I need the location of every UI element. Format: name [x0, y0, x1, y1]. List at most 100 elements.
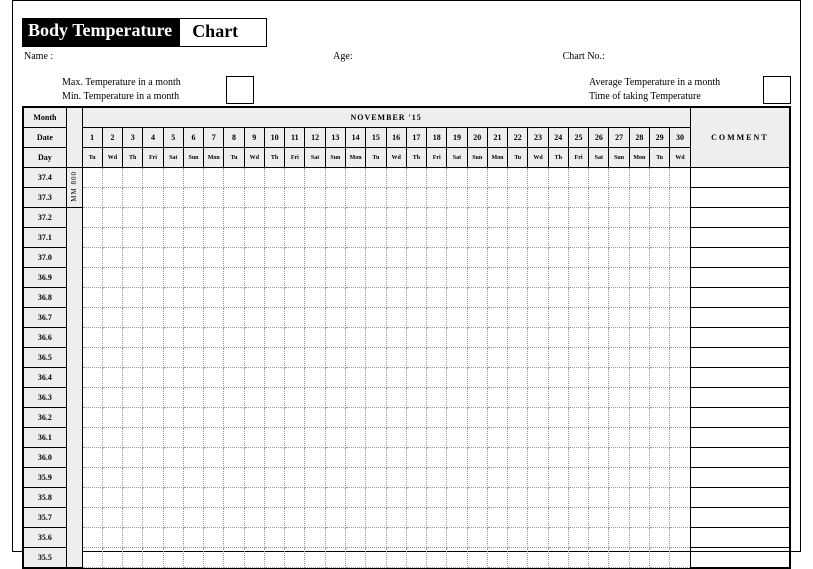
hdr-day-10: Th [264, 148, 284, 168]
cell [487, 328, 507, 348]
cell [629, 368, 649, 388]
cell [264, 488, 284, 508]
cell [325, 268, 345, 288]
cell [629, 548, 649, 568]
hdr-day-29: Tu [649, 148, 669, 168]
cell [670, 448, 690, 468]
cell [346, 488, 366, 508]
cell [670, 388, 690, 408]
cell [204, 208, 224, 228]
cell [649, 368, 669, 388]
max-min-value-box [226, 76, 254, 104]
cell [528, 368, 548, 388]
cell [346, 348, 366, 368]
cell [123, 248, 143, 268]
cell [204, 188, 224, 208]
cell [649, 248, 669, 268]
cell [204, 448, 224, 468]
cell [670, 168, 690, 188]
cell [589, 488, 609, 508]
cell [305, 168, 325, 188]
cell [508, 508, 528, 528]
cell [102, 488, 122, 508]
cell [244, 168, 264, 188]
cell [508, 488, 528, 508]
cell [123, 508, 143, 528]
cell [264, 408, 284, 428]
cell [609, 168, 629, 188]
hdr-date-20: 20 [467, 128, 487, 148]
cell [487, 528, 507, 548]
cell [649, 208, 669, 228]
cell [102, 328, 122, 348]
cell [386, 508, 406, 528]
cell [183, 428, 203, 448]
hdr-comment: COMMENT [690, 108, 789, 168]
cell [264, 188, 284, 208]
hdr-date-27: 27 [609, 128, 629, 148]
cell [447, 508, 467, 528]
cell [183, 408, 203, 428]
cell [183, 288, 203, 308]
cell [467, 388, 487, 408]
cell [386, 348, 406, 368]
cell [427, 368, 447, 388]
cell [508, 168, 528, 188]
cell [102, 208, 122, 228]
cell [649, 308, 669, 328]
cell [508, 408, 528, 428]
cell [568, 308, 588, 328]
cell [487, 188, 507, 208]
cell [609, 508, 629, 528]
hdr-date-6: 6 [183, 128, 203, 148]
cell [447, 228, 467, 248]
hdr-day-4: Fri [143, 148, 163, 168]
cell [143, 448, 163, 468]
cell [183, 508, 203, 528]
cell [346, 168, 366, 188]
cell [487, 268, 507, 288]
cell [143, 408, 163, 428]
cell [427, 208, 447, 228]
avg-temp-label: Average Temperature in a month [589, 76, 759, 90]
cell [589, 348, 609, 368]
cell [285, 228, 305, 248]
cell [508, 308, 528, 328]
cell [244, 328, 264, 348]
cell [528, 468, 548, 488]
cell [447, 208, 467, 228]
cell [366, 528, 386, 548]
cell [427, 328, 447, 348]
cell [406, 528, 426, 548]
temp-label-36.1: 36.1 [24, 428, 67, 448]
cell [305, 308, 325, 328]
cell [589, 168, 609, 188]
comment-cell [690, 528, 789, 548]
cell [346, 388, 366, 408]
hdr-day-16: Wd [386, 148, 406, 168]
cell [427, 508, 447, 528]
hdr-day-27: Sun [609, 148, 629, 168]
cell [366, 448, 386, 468]
comment-cell [690, 368, 789, 388]
cell [123, 488, 143, 508]
cell [427, 428, 447, 448]
cell [143, 188, 163, 208]
cell [629, 528, 649, 548]
cell [508, 388, 528, 408]
stats-row: Max. Temperature in a month Min. Tempera… [62, 76, 791, 104]
cell [102, 308, 122, 328]
cell [123, 348, 143, 368]
comment-cell [690, 288, 789, 308]
temp-label-37.1: 37.1 [24, 228, 67, 248]
cell [406, 308, 426, 328]
cell [82, 548, 102, 568]
cell [264, 248, 284, 268]
hdr-date: Date [24, 128, 67, 148]
cell [609, 488, 629, 508]
cell [346, 548, 366, 568]
cell [163, 188, 183, 208]
cell [143, 508, 163, 528]
cell [204, 548, 224, 568]
cell [325, 228, 345, 248]
